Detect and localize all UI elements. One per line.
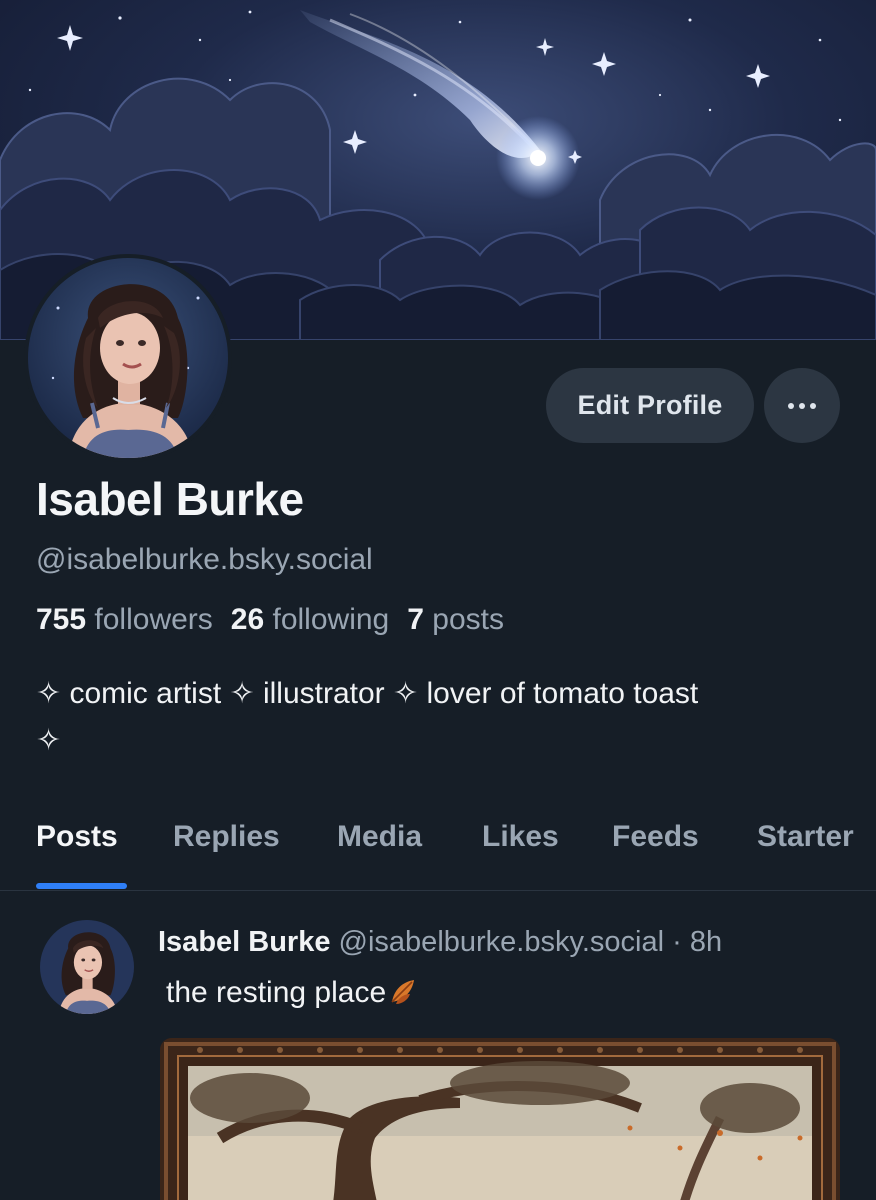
bio-line: ✧ comic artist ✧ illustrator ✧ lover of … bbox=[36, 677, 699, 710]
post-author-name[interactable]: Isabel Burke bbox=[158, 926, 330, 958]
profile-avatar[interactable] bbox=[24, 254, 232, 462]
post-timestamp[interactable]: 8h bbox=[690, 926, 722, 958]
profile-tabs: Posts Replies Media Likes Feeds Starter bbox=[0, 808, 876, 891]
followers-link[interactable]: 755 followers bbox=[36, 603, 213, 636]
tab-feeds[interactable]: Feeds bbox=[612, 820, 699, 854]
tab-likes[interactable]: Likes bbox=[482, 820, 559, 854]
post-separator: · bbox=[672, 926, 682, 958]
post-illustration bbox=[160, 1038, 840, 1200]
followers-count: 755 bbox=[36, 603, 87, 636]
post-author-handle[interactable]: @isabelburke.bsky.social bbox=[339, 926, 665, 958]
following-label: following bbox=[272, 603, 390, 636]
followers-label: followers bbox=[94, 603, 213, 636]
post-author-avatar[interactable] bbox=[40, 920, 134, 1014]
post-header: Isabel Burke @isabelburke.bsky.social · … bbox=[158, 926, 722, 959]
tab-replies[interactable]: Replies bbox=[173, 820, 280, 854]
profile-stats: 755 followers 26 following 7 posts bbox=[36, 603, 504, 637]
display-name: Isabel Burke bbox=[36, 473, 304, 525]
profile-bio: ✧ comic artist ✧ illustrator ✧ lover of … bbox=[36, 670, 856, 764]
tab-posts[interactable]: Posts bbox=[36, 820, 118, 854]
post-text: the resting place bbox=[166, 976, 418, 1014]
tab-media[interactable]: Media bbox=[337, 820, 422, 854]
posts-stat: 7 posts bbox=[407, 603, 504, 636]
edit-profile-button[interactable]: Edit Profile bbox=[546, 368, 754, 443]
post-image[interactable] bbox=[160, 1038, 840, 1200]
post-avatar-portrait bbox=[40, 920, 134, 1014]
tab-starter[interactable]: Starter bbox=[757, 820, 854, 854]
avatar-portrait bbox=[28, 258, 228, 458]
following-count: 26 bbox=[230, 603, 265, 636]
more-options-button[interactable] bbox=[764, 368, 840, 443]
posts-label: posts bbox=[432, 603, 504, 636]
profile-handle: @isabelburke.bsky.social bbox=[36, 543, 373, 576]
ellipsis-icon bbox=[788, 402, 816, 409]
bio-line: ✧ bbox=[36, 724, 62, 757]
posts-count: 7 bbox=[407, 603, 424, 636]
following-link[interactable]: 26 following bbox=[231, 603, 389, 636]
profile-page: Edit Profile Isabel Burke @isabelburke.b… bbox=[0, 0, 876, 1200]
edit-profile-label: Edit Profile bbox=[577, 390, 723, 420]
post-body: the resting place bbox=[166, 976, 387, 1009]
fallen-leaf-icon bbox=[388, 976, 418, 1014]
active-tab-indicator bbox=[36, 883, 127, 889]
